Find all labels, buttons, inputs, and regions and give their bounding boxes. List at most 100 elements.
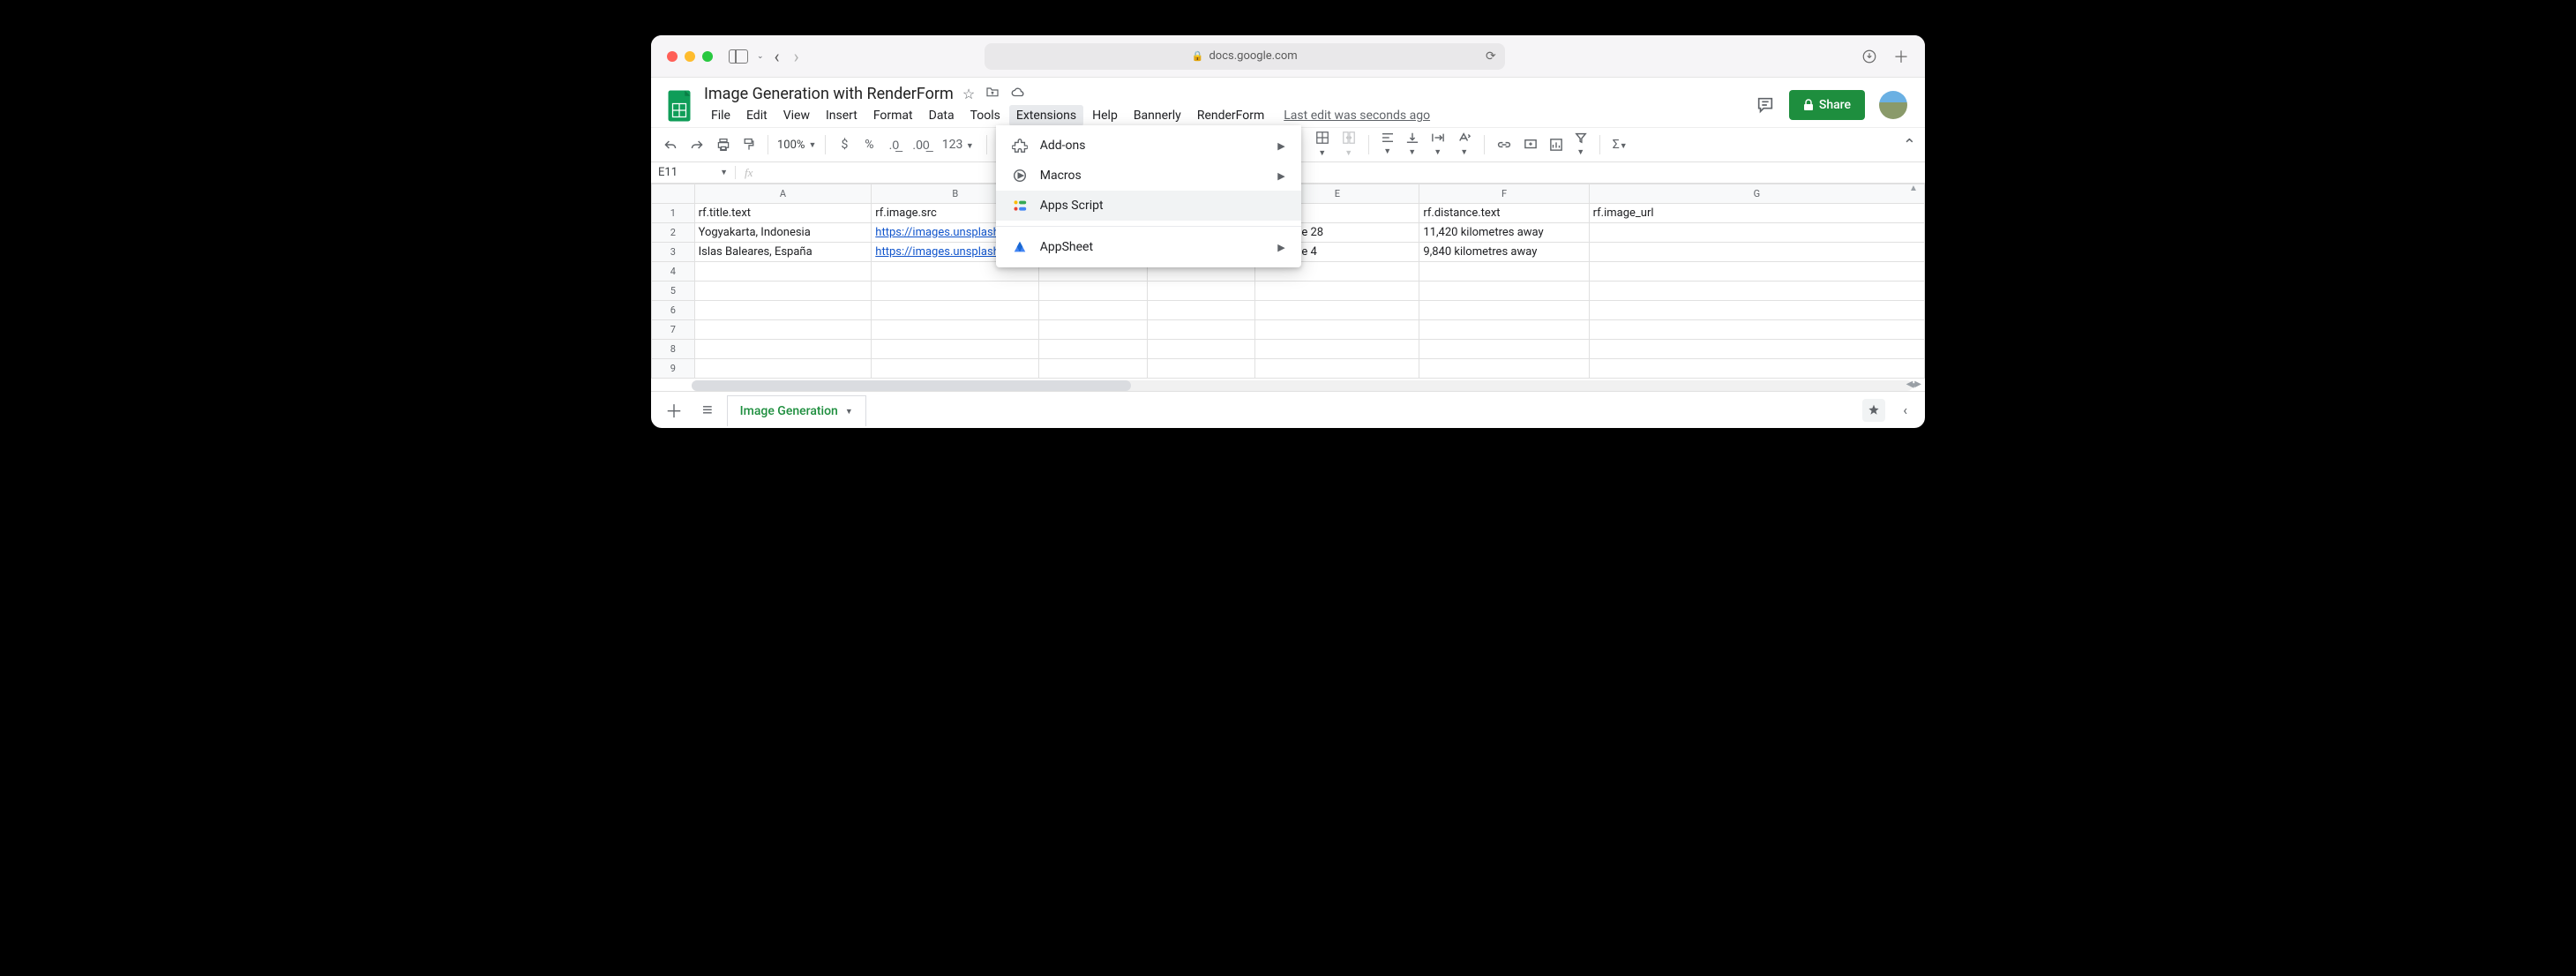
- insert-comment-icon[interactable]: [1520, 135, 1541, 154]
- menu-item-add-ons[interactable]: Add-ons▶: [996, 131, 1301, 161]
- cell[interactable]: rf.image_url: [1589, 204, 1924, 223]
- cell[interactable]: Islas Baleares, España: [694, 243, 872, 262]
- increase-decimal-icon[interactable]: .00̲: [909, 134, 932, 156]
- nav-back-button[interactable]: ‹: [771, 46, 783, 67]
- sidepanel-toggle-icon[interactable]: ‹: [1894, 402, 1916, 418]
- print-icon[interactable]: [713, 134, 734, 155]
- row-header[interactable]: 6: [652, 301, 695, 320]
- cell[interactable]: [1589, 320, 1924, 340]
- cell[interactable]: [1419, 340, 1589, 359]
- menu-format[interactable]: Format: [866, 105, 920, 126]
- menu-bannerly[interactable]: Bannerly: [1127, 105, 1188, 126]
- address-bar[interactable]: 🔒 docs.google.com ⟳: [985, 43, 1505, 70]
- last-edit-link[interactable]: Last edit was seconds ago: [1284, 105, 1430, 126]
- cell[interactable]: [1039, 359, 1148, 379]
- cell[interactable]: [1255, 359, 1419, 379]
- menu-item-macros[interactable]: Macros▶: [996, 161, 1301, 191]
- account-avatar[interactable]: [1879, 91, 1907, 119]
- merge-cells-icon[interactable]: ▼: [1338, 127, 1359, 162]
- cell[interactable]: rf.distance.text: [1419, 204, 1589, 223]
- maximize-window-button[interactable]: [702, 51, 713, 62]
- vertical-align-icon[interactable]: ▼: [1403, 128, 1422, 161]
- cell[interactable]: [872, 359, 1039, 379]
- cell[interactable]: [1589, 262, 1924, 282]
- menu-renderform[interactable]: RenderForm: [1190, 105, 1271, 126]
- reload-icon[interactable]: ⟳: [1486, 49, 1496, 64]
- insert-chart-icon[interactable]: [1546, 135, 1566, 154]
- row-header[interactable]: 5: [652, 282, 695, 301]
- cell[interactable]: [1147, 282, 1255, 301]
- scroll-up-icon[interactable]: ▲: [1909, 184, 1923, 193]
- document-title[interactable]: Image Generation with RenderForm: [704, 85, 954, 103]
- scroll-right-icon[interactable]: ▶: [1914, 379, 1921, 389]
- cell[interactable]: [694, 359, 872, 379]
- cell[interactable]: [1419, 301, 1589, 320]
- star-icon[interactable]: ☆: [962, 86, 975, 102]
- decrease-decimal-icon[interactable]: .0̲: [884, 134, 903, 156]
- column-header[interactable]: A: [694, 184, 872, 204]
- cell[interactable]: [1589, 340, 1924, 359]
- cell[interactable]: [1419, 282, 1589, 301]
- redo-icon[interactable]: [686, 135, 708, 154]
- cell[interactable]: [1255, 340, 1419, 359]
- menu-item-appsheet[interactable]: AppSheet▶: [996, 232, 1301, 262]
- cell[interactable]: [1589, 359, 1924, 379]
- close-window-button[interactable]: [667, 51, 678, 62]
- cell[interactable]: [872, 282, 1039, 301]
- row-header[interactable]: 4: [652, 262, 695, 282]
- cell[interactable]: [694, 320, 872, 340]
- minimize-window-button[interactable]: [685, 51, 695, 62]
- row-header[interactable]: 3: [652, 243, 695, 262]
- menu-file[interactable]: File: [704, 105, 738, 126]
- all-sheets-icon[interactable]: ≡: [697, 399, 718, 421]
- cell[interactable]: [1147, 340, 1255, 359]
- sheets-logo-icon[interactable]: [663, 85, 695, 127]
- menu-edit[interactable]: Edit: [739, 105, 775, 126]
- paint-format-icon[interactable]: [739, 134, 759, 155]
- cell[interactable]: [872, 320, 1039, 340]
- cell[interactable]: 11,420 kilometres away: [1419, 223, 1589, 243]
- cell[interactable]: [1419, 320, 1589, 340]
- cell[interactable]: [694, 301, 872, 320]
- cell[interactable]: [1589, 223, 1924, 243]
- cell[interactable]: [1419, 359, 1589, 379]
- filter-icon[interactable]: ▼: [1571, 128, 1591, 161]
- borders-icon[interactable]: ▼: [1312, 127, 1333, 162]
- number-format-select[interactable]: 123 ▼: [939, 134, 977, 155]
- name-box[interactable]: E11▼: [651, 166, 736, 179]
- explore-icon[interactable]: [1862, 399, 1885, 422]
- cell[interactable]: [872, 301, 1039, 320]
- column-header[interactable]: G: [1589, 184, 1924, 204]
- scroll-left-icon[interactable]: ◀: [1906, 379, 1913, 389]
- horizontal-align-icon[interactable]: ▼: [1378, 129, 1397, 161]
- insert-link-icon[interactable]: [1494, 135, 1515, 154]
- sheet-tab-menu-icon[interactable]: ▼: [845, 407, 853, 417]
- menu-tools[interactable]: Tools: [963, 105, 1007, 126]
- menu-insert[interactable]: Insert: [819, 105, 865, 126]
- new-tab-icon[interactable]: ＋: [1893, 45, 1909, 68]
- cell[interactable]: [1419, 262, 1589, 282]
- row-header[interactable]: 8: [652, 340, 695, 359]
- cell[interactable]: [694, 282, 872, 301]
- cell[interactable]: [1147, 359, 1255, 379]
- cell[interactable]: [1255, 282, 1419, 301]
- menu-extensions[interactable]: Extensions: [1009, 105, 1083, 126]
- cell[interactable]: [872, 340, 1039, 359]
- cell[interactable]: [1039, 320, 1148, 340]
- comments-icon[interactable]: [1756, 95, 1775, 115]
- menu-help[interactable]: Help: [1085, 105, 1125, 126]
- cell[interactable]: Yogyakarta, Indonesia: [694, 223, 872, 243]
- nav-forward-button[interactable]: ›: [790, 46, 803, 67]
- cell[interactable]: [1147, 301, 1255, 320]
- menu-data[interactable]: Data: [922, 105, 962, 126]
- text-rotation-icon[interactable]: ▼: [1454, 128, 1475, 161]
- currency-icon[interactable]: $: [835, 134, 854, 155]
- move-icon[interactable]: [985, 86, 1000, 102]
- text-wrap-icon[interactable]: ▼: [1427, 128, 1449, 161]
- row-header[interactable]: 9: [652, 359, 695, 379]
- toolbar-collapse-icon[interactable]: ⌃: [1903, 136, 1916, 154]
- menu-view[interactable]: View: [776, 105, 817, 126]
- row-header[interactable]: 2: [652, 223, 695, 243]
- sidebar-toggle-icon[interactable]: [729, 49, 748, 64]
- horizontal-scrollbar[interactable]: [692, 380, 1913, 391]
